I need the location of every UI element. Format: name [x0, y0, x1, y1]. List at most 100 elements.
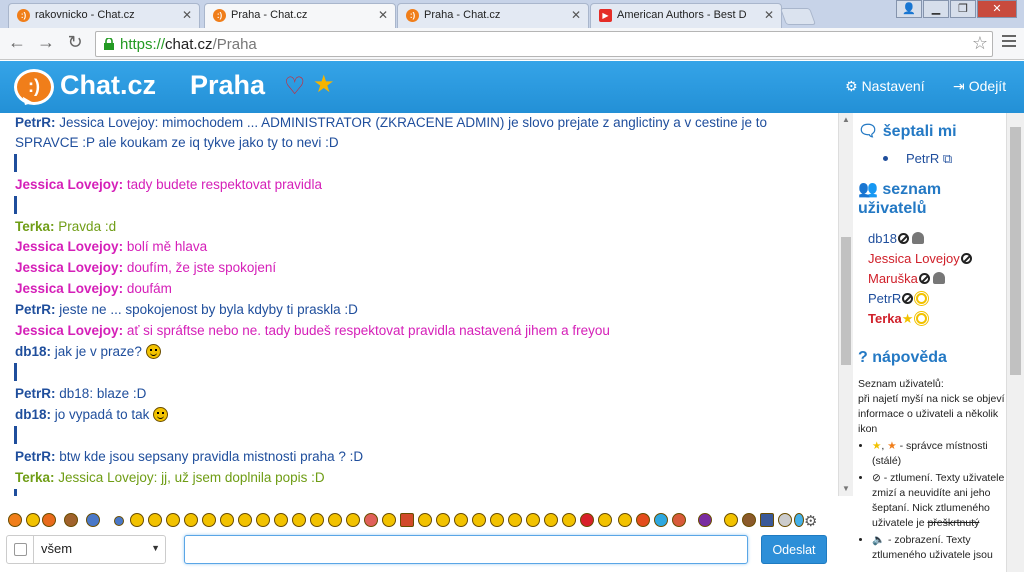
cake-icon[interactable] [400, 513, 414, 527]
gear-icon[interactable]: ⚙ [804, 512, 817, 530]
close-window-button[interactable]: ✕ [977, 0, 1017, 18]
user-item[interactable]: Jessica Lovejoy [868, 251, 972, 267]
heart-icon[interactable]: ♡ [284, 75, 306, 99]
browser-tab[interactable]: ▶ American Authors - Best D ✕ [590, 3, 782, 28]
bookmark-star-icon[interactable]: ☆ [972, 33, 988, 54]
scrollbar-thumb[interactable] [841, 237, 851, 365]
smiley-icon [145, 344, 161, 359]
sun-icon[interactable] [916, 313, 928, 324]
smiley-icon[interactable] [8, 513, 22, 527]
smiley-icon[interactable] [618, 513, 632, 527]
browser-tab[interactable]: :) Praha - Chat.cz ✕ [397, 3, 589, 28]
user-item[interactable]: db18 [868, 231, 924, 247]
reload-icon[interactable]: ↻ [64, 32, 86, 53]
smiley-icon[interactable] [724, 513, 738, 527]
forward-arrow-icon[interactable]: → [35, 32, 57, 53]
smiley-icon[interactable] [672, 513, 686, 527]
smiley-icon[interactable] [26, 513, 40, 527]
twitter-icon[interactable] [654, 513, 668, 527]
recipient-select[interactable]: všem ▼ [6, 535, 166, 564]
smiley-icon[interactable] [526, 513, 540, 527]
close-tab-icon[interactable]: ✕ [378, 4, 388, 27]
chat-logo-icon[interactable]: :) [14, 69, 54, 105]
smiley-icon[interactable] [310, 513, 324, 527]
smiley-icon[interactable] [238, 513, 252, 527]
spy-icon[interactable] [932, 272, 945, 284]
whisper-user[interactable]: PetrR ⧉ [883, 151, 952, 167]
smiley-icon[interactable] [114, 516, 124, 526]
scroll-up-icon[interactable]: ▲ [842, 115, 850, 124]
smiley-icon[interactable] [274, 513, 288, 527]
sidebar-scrollbar[interactable] [1006, 113, 1024, 572]
smiley-icon[interactable] [220, 513, 234, 527]
smiley-icon[interactable] [184, 513, 198, 527]
smiley-icon[interactable] [166, 513, 180, 527]
smiley-icon[interactable] [472, 513, 486, 527]
ban-icon[interactable] [918, 273, 930, 284]
smiley-icon[interactable] [202, 513, 216, 527]
star-icon[interactable]: ★ [313, 73, 335, 97]
user-item[interactable]: Maruška [868, 271, 945, 287]
smiley-icon[interactable] [508, 513, 522, 527]
fire-icon[interactable] [636, 513, 650, 527]
smiley-icon[interactable] [544, 513, 558, 527]
ban-icon[interactable] [897, 233, 909, 244]
smiley-icon[interactable] [328, 513, 342, 527]
whisper-checkbox[interactable] [14, 543, 27, 556]
smiley-icon[interactable] [436, 513, 450, 527]
user-item[interactable]: Terka★ [868, 311, 928, 327]
ban-icon[interactable] [960, 253, 972, 264]
smiley-icon[interactable] [292, 513, 306, 527]
smiley-icon[interactable] [562, 513, 576, 527]
brand-name[interactable]: Chat.cz [60, 70, 156, 101]
smiley-icon[interactable] [454, 513, 468, 527]
user-icon[interactable]: 👤 [896, 0, 922, 18]
browser-tabbar: :) rakovnicko - Chat.cz ✕ :) Praha - Cha… [0, 0, 1024, 29]
address-bar[interactable]: https://chat.cz/Praha ☆ [95, 31, 993, 57]
spy-icon[interactable] [911, 232, 924, 244]
smiley-icon[interactable] [130, 513, 144, 527]
close-tab-icon[interactable]: ✕ [571, 4, 581, 27]
smiley-icon[interactable] [778, 513, 792, 527]
message: Jessica Lovejoy: tady budete respektovat… [15, 177, 322, 192]
browser-menu-icon[interactable] [1002, 35, 1016, 50]
message: db18: jak je v praze? [15, 342, 161, 362]
facebook-icon[interactable] [760, 513, 774, 527]
close-tab-icon[interactable]: ✕ [182, 4, 192, 27]
message-input[interactable] [184, 535, 748, 564]
smiley-icon[interactable] [382, 513, 396, 527]
bird-icon[interactable] [86, 513, 100, 527]
smiley-icon[interactable] [418, 513, 432, 527]
back-arrow-icon[interactable]: ← [6, 32, 28, 53]
smiley-icon[interactable] [794, 513, 804, 527]
smiley-icon[interactable] [698, 513, 712, 527]
ban-icon[interactable] [902, 293, 914, 304]
restore-button[interactable]: ❐ [950, 0, 976, 18]
smiley-icon[interactable] [148, 513, 162, 527]
smiley-icon[interactable] [490, 513, 504, 527]
open-whisper-icon[interactable]: ⧉ [943, 151, 952, 166]
smiley-icon[interactable] [364, 513, 378, 527]
browser-tab[interactable]: :) rakovnicko - Chat.cz ✕ [8, 3, 200, 28]
settings-link[interactable]: ⚙ Nastavení [845, 78, 925, 95]
user-item[interactable]: PetrR [868, 291, 928, 307]
monkey-icon[interactable] [64, 513, 78, 527]
smiley-icon[interactable] [598, 513, 612, 527]
smiley-icon[interactable] [346, 513, 360, 527]
send-button[interactable]: Odeslat [761, 535, 827, 564]
new-tab-button[interactable] [779, 8, 817, 25]
dog-icon[interactable] [742, 513, 756, 527]
message-scrollbar[interactable]: ▲ ▼ [838, 113, 853, 496]
message: db18: jo vypadá to tak [15, 405, 169, 425]
close-tab-icon[interactable]: ✕ [764, 4, 774, 27]
scroll-down-icon[interactable]: ▼ [842, 484, 850, 493]
smiley-icon [153, 407, 169, 422]
smiley-icon[interactable] [256, 513, 270, 527]
browser-tab-active[interactable]: :) Praha - Chat.cz ✕ [204, 3, 396, 29]
devil-icon[interactable] [580, 513, 594, 527]
logout-link[interactable]: ⇥ Odejít [953, 78, 1006, 95]
minimize-button[interactable]: ▁ [923, 0, 949, 18]
scrollbar-thumb[interactable] [1010, 127, 1021, 375]
smiley-icon[interactable] [42, 513, 56, 527]
sun-icon[interactable] [916, 293, 928, 304]
